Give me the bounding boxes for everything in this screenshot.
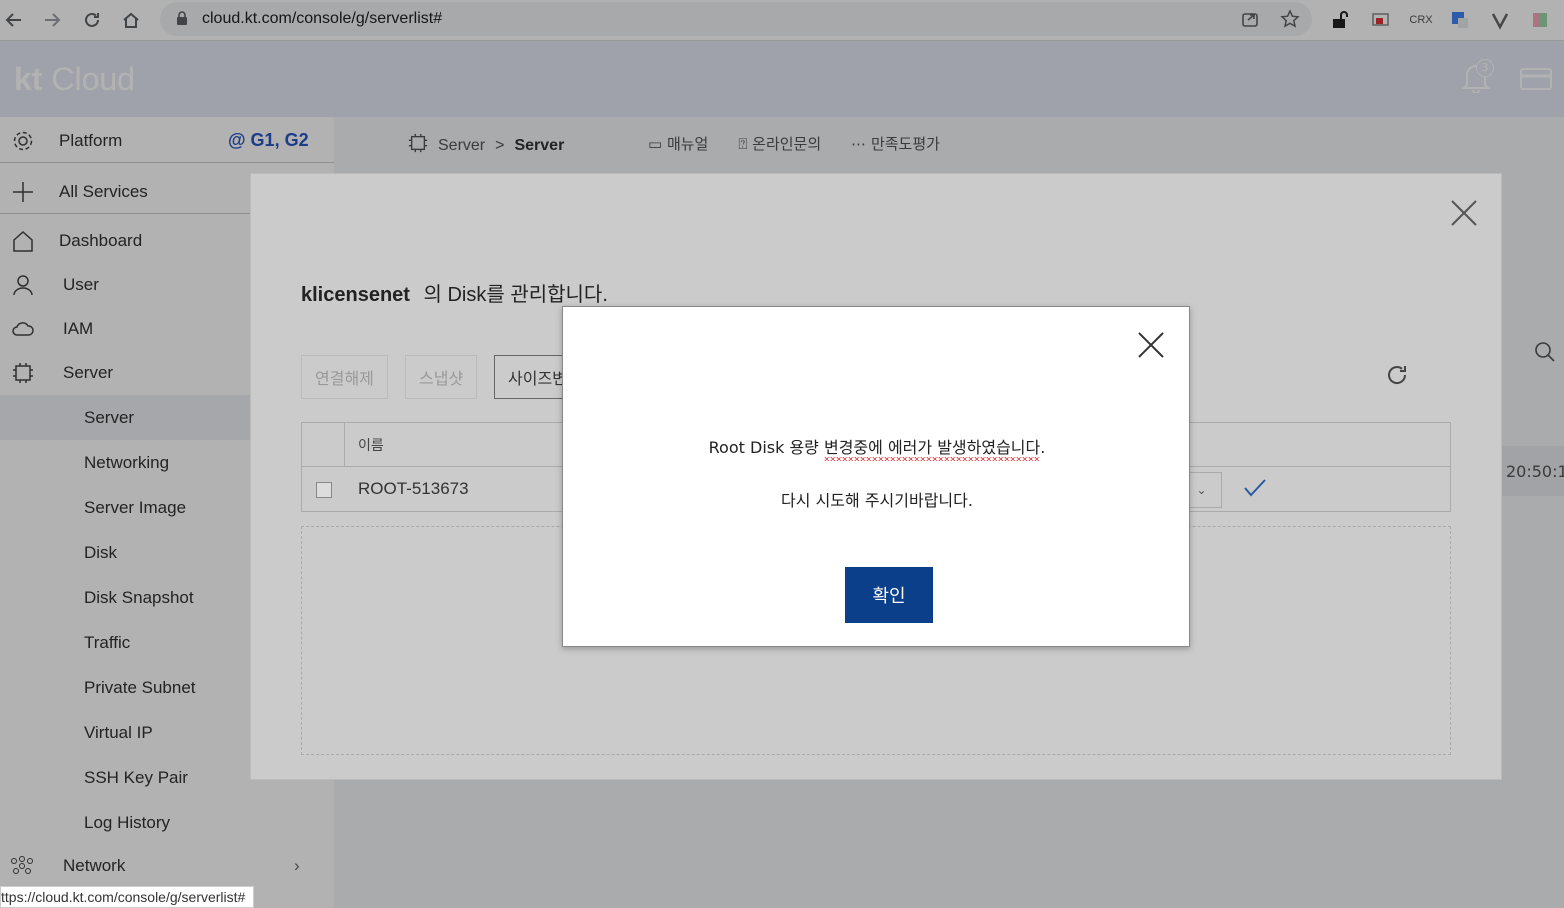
alert-retry-message: 다시 시도해 주시기바랍니다. (781, 491, 973, 510)
alert-message-period: . (1040, 438, 1046, 457)
status-bar-url: ttps://cloud.kt.com/console/g/serverlist… (0, 886, 255, 908)
alert-close-icon[interactable] (1137, 331, 1165, 363)
alert-message-part1: Root Disk 용량 (708, 438, 824, 457)
disk-modal-title: klicensenet 의 Disk를 관리합니다. (301, 278, 608, 307)
alert-message-spellcheck: 변경중에 에러가 발생하였습니다 (823, 438, 1041, 461)
refresh-icon[interactable] (1385, 363, 1409, 391)
alert-message: Root Disk 용량 변경중에 에러가 발생하였습니다. (563, 434, 1191, 458)
snapshot-button[interactable]: 스냅샷 (405, 355, 478, 399)
error-alert-dialog: Root Disk 용량 변경중에 에러가 발생하였습니다. 다시 시도해 주시… (562, 306, 1190, 647)
close-icon[interactable] (1449, 198, 1479, 232)
check-icon[interactable] (1242, 475, 1268, 505)
disconnect-button[interactable]: 연결해제 (301, 355, 388, 399)
row-checkbox[interactable] (316, 482, 332, 498)
title-suffix: 의 Disk를 관리합니다. (423, 284, 608, 306)
server-name: klicensenet (301, 284, 410, 306)
disk-name: ROOT-513673 (358, 479, 469, 498)
confirm-button[interactable]: 확인 (845, 567, 933, 623)
column-divider (344, 423, 345, 467)
header-name: 이름 (358, 438, 384, 454)
